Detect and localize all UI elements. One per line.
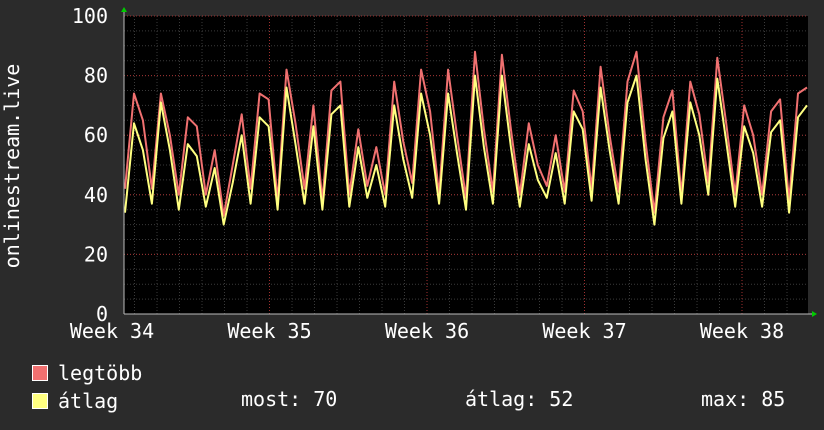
legend-label-avg: átlag xyxy=(58,389,119,413)
legend-label-max: legtöbb xyxy=(58,361,143,385)
y-tick-label: 60 xyxy=(84,123,108,147)
legend: legtöbb átlag most: 70 átlag: 52 max: 85 xyxy=(0,358,824,430)
x-tick-label: Week 36 xyxy=(385,319,469,343)
legend-item-max: legtöbb xyxy=(32,360,142,386)
y-axis-arrow-icon xyxy=(121,7,127,12)
y-tick-label: 80 xyxy=(84,64,108,88)
chart-area: 020406080100Week 34 Week 35 Week 36 Week 37… xyxy=(0,4,817,343)
x-tick-label: Week 34 xyxy=(70,319,154,343)
stat-now: most: 70 xyxy=(241,387,338,411)
x-tick-label: Week 35 xyxy=(227,319,311,343)
y-tick-label: 20 xyxy=(84,242,108,266)
y-axis-title: onlinestream.live xyxy=(0,64,24,269)
x-tick-label: Week 38 xyxy=(700,319,784,343)
stat-max: max: 85 xyxy=(701,387,786,411)
x-tick-label: Week 37 xyxy=(542,319,626,343)
legend-swatch-avg xyxy=(32,393,48,409)
stat-avg: átlag: 52 xyxy=(465,387,574,411)
legend-item-avg: átlag xyxy=(32,388,118,414)
y-tick-label: 40 xyxy=(84,183,108,207)
y-tick-label: 100 xyxy=(72,4,108,28)
legend-swatch-max xyxy=(32,365,48,381)
x-axis-arrow-icon xyxy=(812,311,817,317)
